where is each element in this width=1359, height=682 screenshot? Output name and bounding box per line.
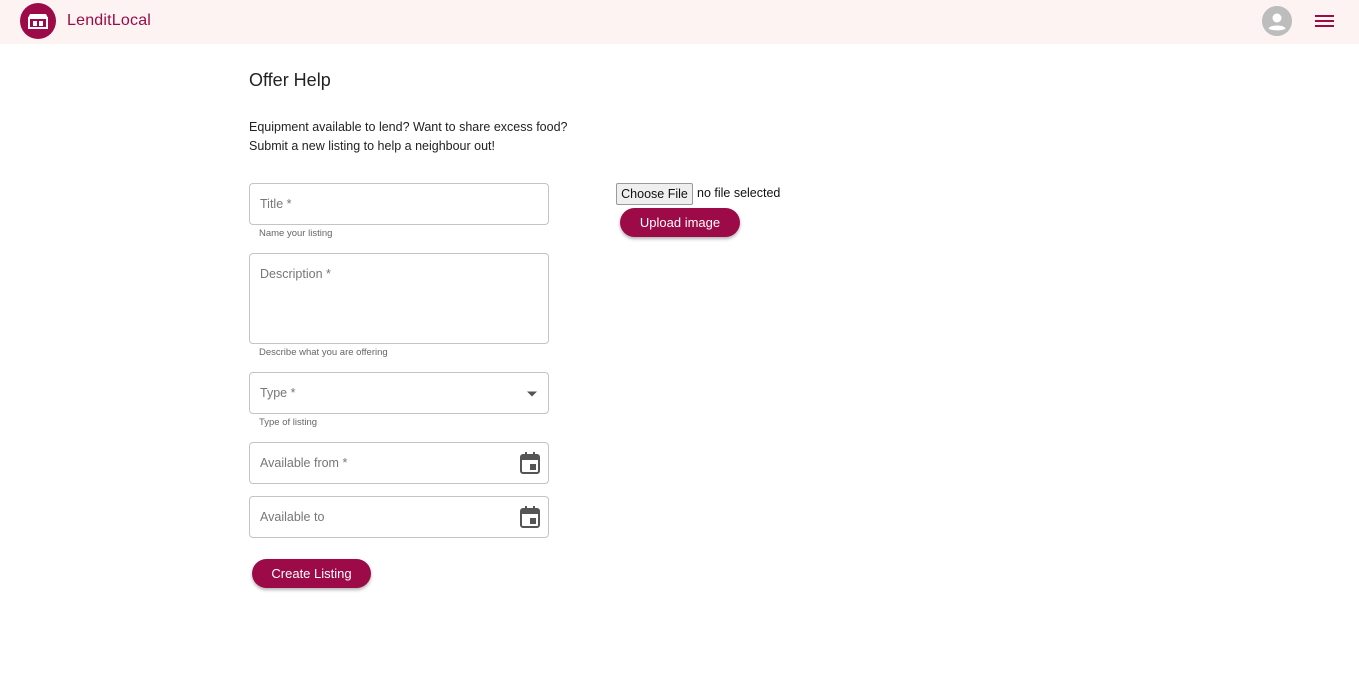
description-field-label: Description * [260,267,331,281]
description-field[interactable]: Description * [249,253,549,344]
account-button[interactable] [1262,6,1292,36]
top-app-bar: LenditLocal [0,0,1359,44]
intro-line-2: Submit a new listing to help a neighbour… [249,139,495,153]
type-helper-text: Type of listing [259,417,318,428]
title-field[interactable]: Title * [249,183,549,225]
intro-text: Equipment available to lend? Want to sha… [249,118,567,156]
brand-name[interactable]: LenditLocal [67,12,151,30]
type-select-label: Type * [260,386,296,400]
menu-button[interactable] [1312,10,1338,34]
intro-line-1: Equipment available to lend? Want to sha… [249,120,568,134]
shop-icon [28,14,48,29]
type-select[interactable]: Type * [249,372,549,414]
file-status-text: no file selected [697,186,781,200]
calendar-icon[interactable] [520,452,540,474]
available-to-label: Available to [260,510,325,524]
available-from-label: Available from * [260,456,348,470]
title-field-label: Title * [260,197,292,211]
choose-file-button[interactable]: Choose File [616,183,693,205]
title-helper-text: Name your listing [259,228,333,239]
logo[interactable] [20,3,56,39]
upload-image-button[interactable]: Upload image [620,208,740,237]
description-helper-text: Describe what you are offering [259,347,388,358]
available-to-field[interactable]: Available to [249,496,549,538]
page-title: Offer Help [249,70,331,90]
dropdown-arrow-icon [527,391,537,397]
create-listing-button[interactable]: Create Listing [252,559,371,588]
hamburger-menu-icon [1315,15,1334,27]
available-from-field[interactable]: Available from * [249,442,549,484]
calendar-icon[interactable] [520,506,540,528]
account-circle-icon [1262,6,1292,36]
